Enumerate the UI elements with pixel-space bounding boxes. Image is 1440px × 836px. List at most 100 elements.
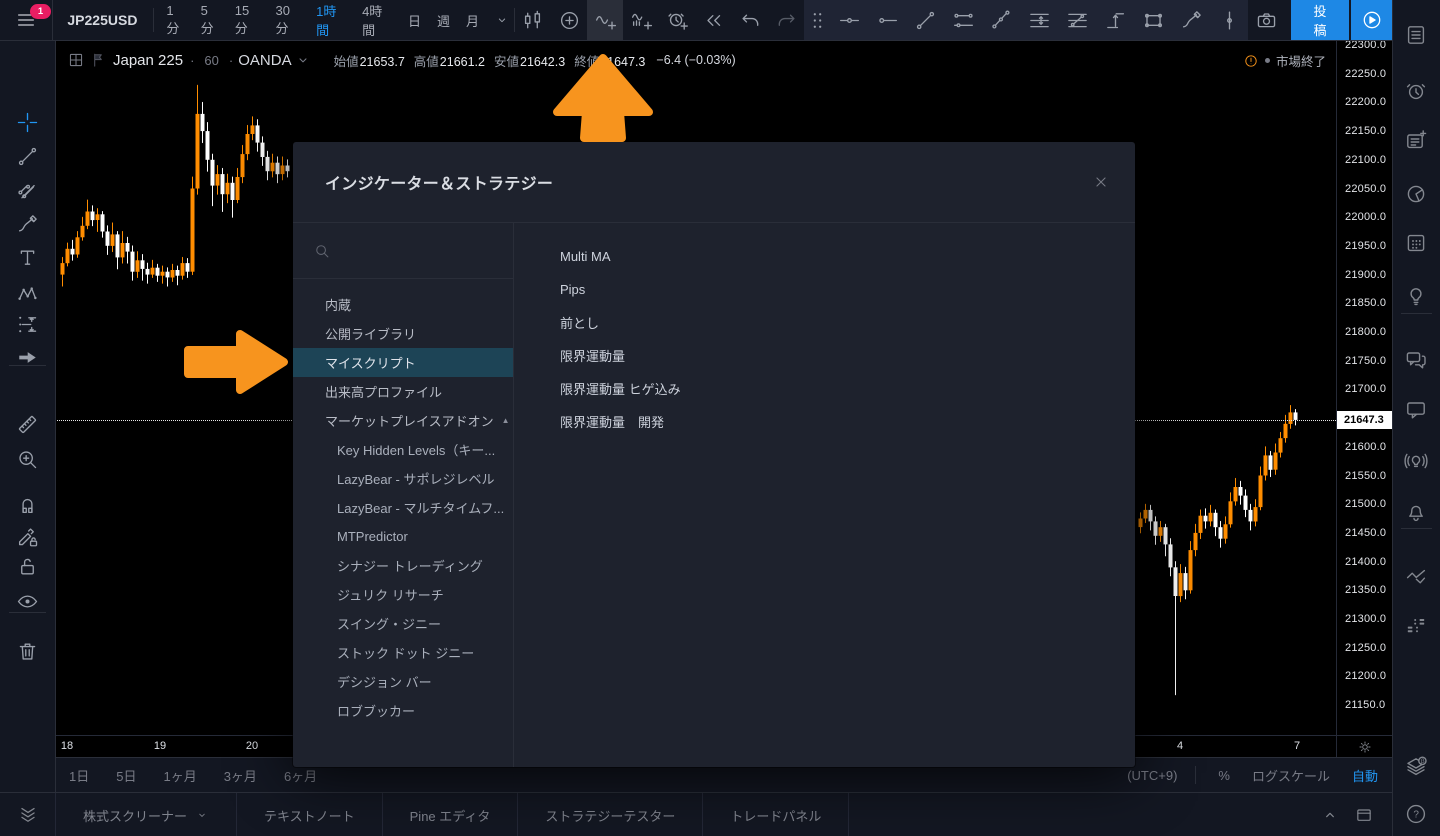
indicators-button[interactable] [587, 0, 623, 40]
legend-chevron-icon[interactable] [294, 51, 312, 69]
dialog-subnav-item-0[interactable]: Key Hidden Levels（キー... [293, 435, 513, 464]
script-item-2[interactable]: 前とし [560, 306, 1135, 339]
hide-all-button[interactable] [13, 587, 41, 615]
alarm-button[interactable] [1402, 77, 1430, 105]
xabcd-pattern-button[interactable] [13, 280, 41, 308]
calendar-button[interactable] [1402, 229, 1430, 257]
watchlist-button[interactable] [1402, 21, 1430, 49]
dialog-subnav-item-3[interactable]: MTPredictor [293, 522, 513, 551]
indicator-search[interactable] [293, 223, 513, 279]
script-item-5[interactable]: 限界運動量 開発 [560, 405, 1135, 438]
panel-tab-2[interactable]: Pine エディタ [383, 793, 519, 836]
chart-style-button[interactable] [515, 0, 551, 40]
expand-panel-icon[interactable] [1320, 805, 1340, 825]
symbol-title[interactable]: Japan 225 [113, 52, 183, 69]
publish-play-button[interactable] [1351, 0, 1392, 40]
range-button-1[interactable]: 5日 [116, 766, 136, 785]
remove-all-button[interactable] [13, 637, 41, 665]
private-chat-button[interactable] [1402, 396, 1430, 424]
grid-layout-icon[interactable] [67, 51, 85, 69]
horizontal-line-tool[interactable] [830, 0, 868, 40]
dom-button[interactable] [1402, 612, 1430, 640]
auto-scale-button[interactable]: 自動 [1352, 766, 1378, 785]
dialog-nav-item-3[interactable]: 出来高プロファイル [293, 377, 513, 406]
redo-button[interactable] [768, 0, 804, 40]
script-item-4[interactable]: 限界運動量 ヒゲ込み [560, 372, 1135, 405]
panel-tab-0[interactable]: 株式スクリーナー [56, 793, 237, 836]
trend-line-tool[interactable] [906, 0, 944, 40]
help-button[interactable]: ? [1402, 800, 1430, 828]
pitchfork-button[interactable] [13, 177, 41, 205]
brush-tool[interactable] [1172, 0, 1210, 40]
dialog-nav-item-4[interactable]: マーケットプレイスアドオン▲ [293, 406, 513, 435]
panel-tab-4[interactable]: トレードパネル [703, 793, 849, 836]
dialog-nav-item-0[interactable]: 内蔵 [293, 290, 513, 319]
panel-tab-1[interactable]: テキストノート [237, 793, 383, 836]
drag-handle-icon[interactable] [804, 0, 830, 40]
public-chat-button[interactable] [1402, 346, 1430, 374]
timeframe-button-2[interactable]: 15分 [227, 0, 268, 40]
range-button-0[interactable]: 1日 [69, 766, 89, 785]
timeframe-button-1[interactable]: 5分 [193, 0, 227, 40]
dialog-subnav-item-7[interactable]: ストック ドット ジニー [293, 638, 513, 667]
dialog-subnav-item-1[interactable]: LazyBear - サポレジレベル [293, 464, 513, 493]
range-button-2[interactable]: 1ヶ月 [163, 766, 196, 785]
price-range-tool[interactable] [1096, 0, 1134, 40]
axis-settings-button[interactable] [1336, 735, 1393, 758]
drawing-lock-button[interactable] [13, 523, 41, 551]
compare-button[interactable] [551, 0, 587, 40]
indicator-templates-button[interactable] [623, 0, 659, 40]
brush-button[interactable] [13, 210, 41, 238]
main-menu-button[interactable]: 1 [0, 0, 53, 40]
timeframe-button-3[interactable]: 30分 [267, 0, 308, 40]
arrow-marker-button[interactable] [13, 343, 41, 371]
warning-icon[interactable] [1243, 53, 1259, 69]
polyline-tool[interactable] [982, 0, 1020, 40]
timeframe-button-8[interactable]: 月 [458, 0, 487, 40]
notifications-button[interactable] [1402, 497, 1430, 525]
trend-line-button[interactable] [13, 142, 41, 170]
text-button[interactable] [13, 243, 41, 271]
publish-button[interactable]: 投稿 [1291, 0, 1350, 40]
flag-icon[interactable] [89, 51, 107, 69]
stacked-chevrons-icon[interactable] [0, 793, 56, 836]
price-axis[interactable]: 22300.022250.022200.022150.022100.022050… [1336, 40, 1393, 735]
timeframe-button-5[interactable]: 4時間 [354, 0, 400, 40]
vertical-line-tool[interactable] [1210, 0, 1248, 40]
close-icon[interactable] [1089, 170, 1113, 194]
parallel-channel-tool[interactable] [944, 0, 982, 40]
alert-button[interactable] [660, 0, 696, 40]
percent-scale-button[interactable]: % [1218, 768, 1230, 783]
backtest-beta-button[interactable]: β [1402, 752, 1430, 780]
dialog-subnav-item-9[interactable]: ロブブッカー [293, 696, 513, 725]
window-panel-icon[interactable] [1354, 805, 1374, 825]
lock-all-button[interactable] [13, 552, 41, 580]
crosshair-button[interactable] [13, 108, 41, 136]
script-item-1[interactable]: Pips [560, 273, 1135, 306]
idea-stream-button[interactable] [1402, 447, 1430, 475]
timeframe-button-6[interactable]: 日 [400, 0, 429, 40]
undo-button[interactable] [732, 0, 768, 40]
dialog-subnav-item-6[interactable]: スイング・ジニー [293, 609, 513, 638]
magnet-button[interactable] [13, 490, 41, 518]
panel-tab-3[interactable]: ストラテジーテスター [518, 793, 703, 836]
zoom-in-button[interactable] [13, 445, 41, 473]
range-button-4[interactable]: 6ヶ月 [284, 766, 317, 785]
timeframe-menu-chevron-icon[interactable] [491, 0, 514, 40]
rectangle-tool[interactable] [1134, 0, 1172, 40]
bar-replay-button[interactable] [696, 0, 732, 40]
timezone-button[interactable]: (UTC+9) [1127, 768, 1177, 783]
indicator-search-input[interactable] [341, 242, 503, 259]
horizontal-ray-tool[interactable] [868, 0, 906, 40]
symbol-button[interactable]: JP225USD [53, 12, 153, 28]
fib-trend-extension-tool[interactable] [1058, 0, 1096, 40]
timeframe-button-7[interactable]: 週 [429, 0, 458, 40]
dialog-subnav-item-2[interactable]: LazyBear - マルチタイムフ... [293, 493, 513, 522]
log-scale-button[interactable]: ログスケール [1252, 766, 1330, 785]
dialog-nav-item-1[interactable]: 公開ライブラリ [293, 319, 513, 348]
script-item-3[interactable]: 限界運動量 [560, 339, 1135, 372]
fib-retracement-tool[interactable] [1020, 0, 1058, 40]
hotlists-button[interactable] [1402, 180, 1430, 208]
markets-button[interactable] [1402, 563, 1430, 591]
dialog-subnav-item-8[interactable]: デシジョン バー [293, 667, 513, 696]
